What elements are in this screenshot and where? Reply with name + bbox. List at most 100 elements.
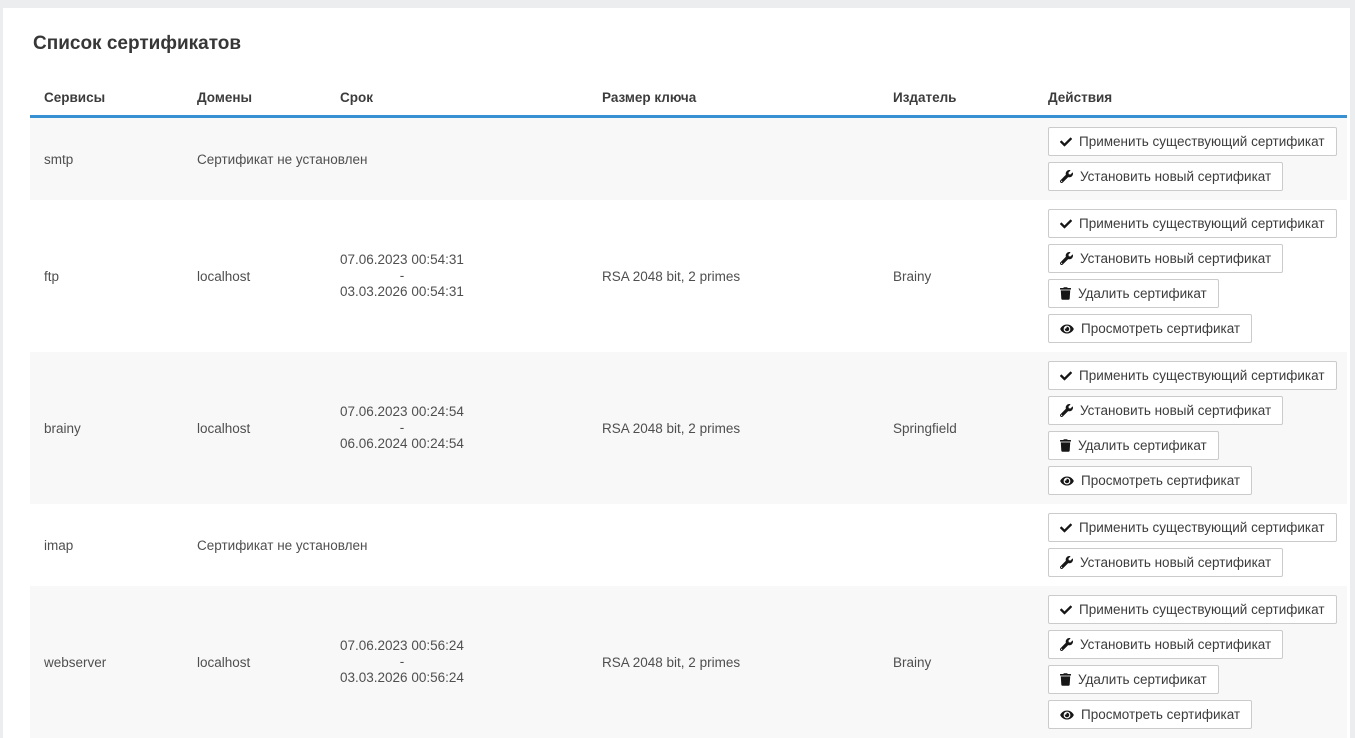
domain-cell: localhost xyxy=(183,352,326,504)
actions-group: Применить существующий сертификат Установ… xyxy=(1048,127,1333,191)
actions-group: Применить существующий сертификат Установ… xyxy=(1048,209,1333,343)
certificate-not-installed-cell: Сертификат не установлен xyxy=(183,504,1034,586)
apply-certificate-button[interactable]: Применить существующий сертификат xyxy=(1048,513,1337,542)
trash-icon xyxy=(1060,673,1071,686)
button-label: Просмотреть сертификат xyxy=(1081,707,1240,722)
issuer-cell: Brainy xyxy=(879,200,1034,352)
install-certificate-button[interactable]: Установить новый сертификат xyxy=(1048,244,1283,273)
button-label: Применить существующий сертификат xyxy=(1079,216,1325,231)
column-header-actions: Действия xyxy=(1034,84,1347,117)
eye-icon xyxy=(1060,709,1074,721)
button-label: Просмотреть сертификат xyxy=(1081,321,1240,336)
service-cell: brainy xyxy=(30,352,183,504)
actions-cell: Применить существующий сертификат Установ… xyxy=(1034,200,1347,352)
actions-cell: Применить существующий сертификат Установ… xyxy=(1034,352,1347,504)
term-cell: 07.06.2023 00:54:31-03.03.2026 00:54:31 xyxy=(326,200,588,352)
key-size-cell: RSA 2048 bit, 2 primes xyxy=(588,586,879,738)
table-row-webserver: webserverlocalhost 07.06.2023 00:56:24-03… xyxy=(30,586,1347,738)
view-certificate-button[interactable]: Просмотреть сертификат xyxy=(1048,466,1252,495)
table-header-row: Сервисы Домены Срок Размер ключа Издател… xyxy=(30,84,1347,117)
service-cell: imap xyxy=(30,504,183,586)
term-separator: - xyxy=(340,420,464,436)
trash-icon xyxy=(1060,439,1071,452)
actions-group: Применить существующий сертификат Установ… xyxy=(1048,513,1333,577)
button-label: Применить существующий сертификат xyxy=(1079,602,1325,617)
domain-cell: localhost xyxy=(183,586,326,738)
term-to: 03.03.2026 00:56:24 xyxy=(340,670,464,686)
delete-certificate-button[interactable]: Удалить сертификат xyxy=(1048,665,1219,694)
term-cell: 07.06.2023 00:56:24-03.03.2026 00:56:24 xyxy=(326,586,588,738)
table-row-smtp: smtpСертификат не установленПрименить су… xyxy=(30,117,1347,201)
install-certificate-button[interactable]: Установить новый сертификат xyxy=(1048,630,1283,659)
button-label: Установить новый сертификат xyxy=(1080,169,1271,184)
service-cell: smtp xyxy=(30,117,183,201)
view-certificate-button[interactable]: Просмотреть сертификат xyxy=(1048,700,1252,729)
delete-certificate-button[interactable]: Удалить сертификат xyxy=(1048,431,1219,460)
check-icon xyxy=(1060,604,1072,616)
install-certificate-button[interactable]: Установить новый сертификат xyxy=(1048,548,1283,577)
key-size-cell: RSA 2048 bit, 2 primes xyxy=(588,352,879,504)
apply-certificate-button[interactable]: Применить существующий сертификат xyxy=(1048,361,1337,390)
certificate-not-installed-cell: Сертификат не установлен xyxy=(183,117,1034,201)
term-range: 07.06.2023 00:56:24-03.03.2026 00:56:24 xyxy=(340,638,464,686)
table-body: smtpСертификат не установленПрименить су… xyxy=(30,117,1347,738)
trash-icon xyxy=(1060,287,1071,300)
view-certificate-button[interactable]: Просмотреть сертификат xyxy=(1048,314,1252,343)
column-header-issuer: Издатель xyxy=(879,84,1034,117)
wrench-icon xyxy=(1060,252,1073,265)
certificates-panel: Список сертификатов Сервисы Домены Срок … xyxy=(3,8,1350,738)
issuer-cell: Springfield xyxy=(879,352,1034,504)
issuer-cell: Brainy xyxy=(879,586,1034,738)
table-row-brainy: brainylocalhost 07.06.2023 00:24:54-06.06… xyxy=(30,352,1347,504)
actions-cell: Применить существующий сертификат Установ… xyxy=(1034,117,1347,201)
column-header-services: Сервисы xyxy=(30,84,183,117)
button-label: Просмотреть сертификат xyxy=(1081,473,1240,488)
key-size-cell: RSA 2048 bit, 2 primes xyxy=(588,200,879,352)
button-label: Применить существующий сертификат xyxy=(1079,520,1325,535)
button-label: Применить существующий сертификат xyxy=(1079,134,1325,149)
term-to: 06.06.2024 00:24:54 xyxy=(340,436,464,452)
button-label: Удалить сертификат xyxy=(1078,438,1207,453)
wrench-icon xyxy=(1060,404,1073,417)
apply-certificate-button[interactable]: Применить существующий сертификат xyxy=(1048,127,1337,156)
term-range: 07.06.2023 00:24:54-06.06.2024 00:24:54 xyxy=(340,404,464,452)
table-row-ftp: ftplocalhost 07.06.2023 00:54:31-03.03.20… xyxy=(30,200,1347,352)
term-range: 07.06.2023 00:54:31-03.03.2026 00:54:31 xyxy=(340,252,464,300)
table-row-imap: imapСертификат не установленПрименить су… xyxy=(30,504,1347,586)
button-label: Установить новый сертификат xyxy=(1080,403,1271,418)
column-header-domains: Домены xyxy=(183,84,326,117)
apply-certificate-button[interactable]: Применить существующий сертификат xyxy=(1048,595,1337,624)
install-certificate-button[interactable]: Установить новый сертификат xyxy=(1048,396,1283,425)
service-cell: webserver xyxy=(30,586,183,738)
install-certificate-button[interactable]: Установить новый сертификат xyxy=(1048,162,1283,191)
term-from: 07.06.2023 00:54:31 xyxy=(340,252,464,268)
eye-icon xyxy=(1060,475,1074,487)
column-header-term: Срок xyxy=(326,84,588,117)
button-label: Удалить сертификат xyxy=(1078,286,1207,301)
button-label: Применить существующий сертификат xyxy=(1079,368,1325,383)
term-to: 03.03.2026 00:54:31 xyxy=(340,284,464,300)
check-icon xyxy=(1060,136,1072,148)
page-title: Список сертификатов xyxy=(33,33,1347,55)
actions-cell: Применить существующий сертификат Установ… xyxy=(1034,504,1347,586)
term-cell: 07.06.2023 00:24:54-06.06.2024 00:24:54 xyxy=(326,352,588,504)
apply-certificate-button[interactable]: Применить существующий сертификат xyxy=(1048,209,1337,238)
actions-group: Применить существующий сертификат Установ… xyxy=(1048,361,1333,495)
certificates-table: Сервисы Домены Срок Размер ключа Издател… xyxy=(30,84,1347,738)
actions-group: Применить существующий сертификат Установ… xyxy=(1048,595,1333,729)
wrench-icon xyxy=(1060,638,1073,651)
wrench-icon xyxy=(1060,556,1073,569)
check-icon xyxy=(1060,522,1072,534)
button-label: Установить новый сертификат xyxy=(1080,555,1271,570)
check-icon xyxy=(1060,218,1072,230)
button-label: Установить новый сертификат xyxy=(1080,251,1271,266)
term-from: 07.06.2023 00:56:24 xyxy=(340,638,464,654)
delete-certificate-button[interactable]: Удалить сертификат xyxy=(1048,279,1219,308)
service-cell: ftp xyxy=(30,200,183,352)
button-label: Удалить сертификат xyxy=(1078,672,1207,687)
domain-cell: localhost xyxy=(183,200,326,352)
wrench-icon xyxy=(1060,170,1073,183)
term-separator: - xyxy=(340,268,464,284)
actions-cell: Применить существующий сертификат Установ… xyxy=(1034,586,1347,738)
column-header-keysize: Размер ключа xyxy=(588,84,879,117)
